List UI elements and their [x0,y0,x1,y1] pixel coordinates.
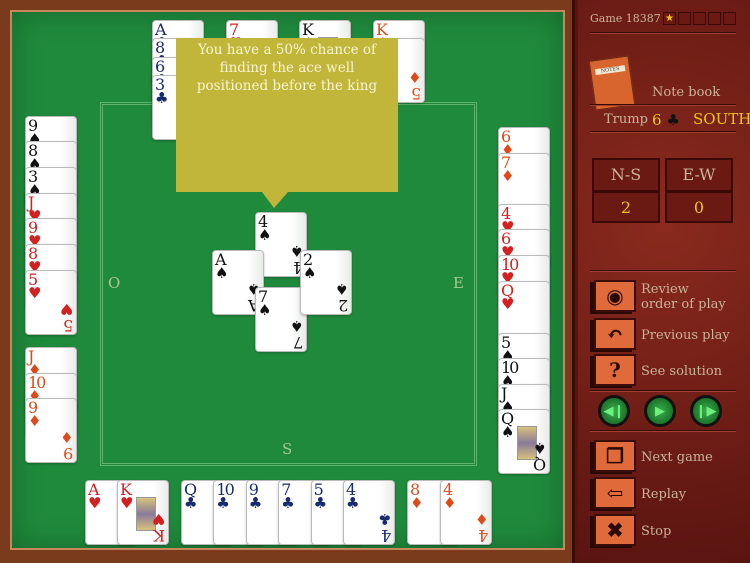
card-2-spades[interactable]: 2 ♠ ♠ 2 [300,250,352,315]
next-game-button[interactable]: ❐ [594,440,636,472]
difficulty-stars: ★ [663,12,736,25]
tip-bubble: You have a 50% chance of finding the ace… [176,38,398,192]
star-empty-icon [723,12,736,25]
previous-button[interactable]: ↶ [594,318,636,350]
card-rank: 5 [412,84,421,103]
declarer: SOUTH [693,110,750,128]
spades-icon: ♠ [215,264,229,282]
clubs-icon: ♣ [155,89,169,107]
side-panel: Game 18387 ★ NOTES Note book Trump 6 ♣ S… [578,0,750,563]
notebook-label[interactable]: Note book [652,85,720,100]
card-5-hearts[interactable]: 5 ♥ ♥ 5 [25,270,77,335]
diamonds-icon: ♦ [501,167,515,185]
solution-label[interactable]: See solution [641,364,722,379]
card-rank: 2 [339,296,348,315]
notes-label: NOTES [594,65,626,76]
solution-button[interactable]: ? [594,354,636,386]
undo-icon: ↶ [606,322,624,346]
replay-button[interactable]: ⇦ [594,477,636,509]
cards-icon: ❐ [606,444,624,468]
divider [590,270,736,272]
diamonds-icon: ♦ [443,494,457,512]
clubs-icon: ♣ [248,494,263,512]
ns-label: N-S [592,158,660,192]
game-number: Game 18387 [590,12,661,25]
divider [590,32,736,34]
arrow-left-icon: ⇦ [606,481,624,505]
star-filled-icon: ★ [663,12,676,25]
spades-icon: ♠ [303,264,317,282]
ew-label: E-W [665,158,733,192]
hearts-icon: ♥ [88,494,102,512]
card-K-hearts[interactable]: K ♥ ♥ K [117,480,169,545]
clubs-icon: ♣ [346,494,360,512]
ew-score: 0 [665,191,733,223]
diamonds-icon: ♦ [28,412,42,430]
card-rank: 4 [382,526,391,545]
ns-score: 2 [592,191,660,223]
diamonds-icon: ♦ [410,494,424,512]
step-back-icon: ◀❙ [603,403,625,419]
star-empty-icon [708,12,721,25]
step-forward-icon: ❙▶ [695,403,717,419]
label-line: See solution [641,364,723,379]
spades-icon: ♠ [501,423,515,441]
card-4-diamonds[interactable]: 4 ♦ ♦ 4 [440,480,492,545]
trump-value: 6 [652,111,662,129]
card-9-diamonds[interactable]: 9 ♦ ♦ 9 [25,398,77,463]
label-line: Review [641,282,689,297]
x-icon: ✖ [606,518,624,542]
clubs-icon: ♣ [281,494,295,512]
play-button[interactable]: ▶ [644,395,676,427]
clubs-icon: ♣ [184,494,198,512]
label-line: order of play [641,297,726,312]
label-line: Previous play [641,328,730,343]
card-rank: K [155,526,165,545]
card-4-clubs[interactable]: 4 ♣ ♣ 4 [343,480,395,545]
review-button[interactable]: ◉ [594,280,636,312]
stop-button[interactable]: ✖ [594,514,636,546]
seat-south-label: S [282,440,293,458]
hearts-icon: ♥ [120,494,134,512]
star-empty-icon [678,12,691,25]
label-line: Stop [641,524,672,539]
card-rank: 4 [479,526,488,545]
eye-icon: ◉ [606,284,624,308]
divider [590,131,736,133]
tip-bubble-tail [262,192,288,208]
divider [590,390,736,392]
replay-label[interactable]: Replay [641,487,686,502]
hearts-icon: ♥ [28,284,42,302]
star-empty-icon [693,12,706,25]
step-back-button[interactable]: ◀❙ [598,395,630,427]
clubs-icon: ♣ [313,494,328,512]
seat-west-label: O [108,274,121,292]
next-game-label[interactable]: Next game [641,450,713,465]
step-forward-button[interactable]: ❙▶ [690,395,722,427]
clubs-icon: ♣ [216,494,230,512]
review-label[interactable]: Review order of play [641,282,726,312]
spades-icon: ♠ [258,301,272,319]
card-rank: Q [534,455,546,474]
play-icon: ▶ [655,403,665,419]
card-rank: 7 [294,333,303,352]
question-icon: ? [609,358,621,382]
clubs-icon: ♣ [666,111,680,129]
label-line: Replay [641,487,687,502]
divider [590,104,736,106]
spades-icon: ♠ [258,226,272,244]
stop-label[interactable]: Stop [641,524,671,539]
card-rank: 9 [64,444,73,463]
divider [590,430,736,432]
previous-label[interactable]: Previous play [641,328,730,343]
hearts-icon: ♥ [501,295,515,313]
trump-label: Trump [604,112,648,127]
card-rank: 5 [64,316,73,335]
card-Q-spades[interactable]: Q ♠ ♠ Q [498,409,550,474]
seat-east-label: E [453,274,464,292]
notebook-icon[interactable]: NOTES [588,55,636,111]
label-line: Next game [641,450,713,465]
